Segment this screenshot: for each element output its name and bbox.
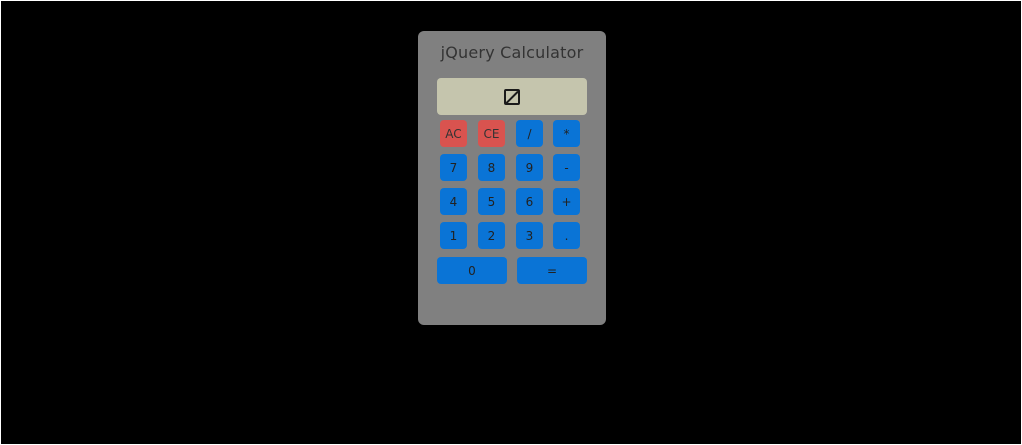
digit-0-button[interactable]: 0: [437, 257, 507, 284]
display-value: 0: [504, 88, 520, 105]
digit-5-button[interactable]: 5: [478, 188, 505, 215]
all-clear-button[interactable]: AC: [440, 120, 467, 147]
digit-2-button[interactable]: 2: [478, 222, 505, 249]
calculator-display: 0: [437, 78, 587, 115]
digit-4-button[interactable]: 4: [440, 188, 467, 215]
digit-3-button[interactable]: 3: [516, 222, 543, 249]
subtract-button[interactable]: -: [553, 154, 580, 181]
digit-9-button[interactable]: 9: [516, 154, 543, 181]
digit-1-button[interactable]: 1: [440, 222, 467, 249]
divide-button[interactable]: /: [516, 120, 543, 147]
digit-8-button[interactable]: 8: [478, 154, 505, 181]
multiply-button[interactable]: *: [553, 120, 580, 147]
calculator-title: jQuery Calculator: [440, 43, 584, 62]
add-button[interactable]: +: [553, 188, 580, 215]
clear-entry-button[interactable]: CE: [478, 120, 505, 147]
digit-7-button[interactable]: 7: [440, 154, 467, 181]
calculator-panel: jQuery Calculator 0 AC CE / * 7 8 9 - 4 …: [418, 31, 606, 325]
equals-button[interactable]: =: [517, 257, 587, 284]
decimal-button[interactable]: .: [553, 222, 580, 249]
digit-6-button[interactable]: 6: [516, 188, 543, 215]
